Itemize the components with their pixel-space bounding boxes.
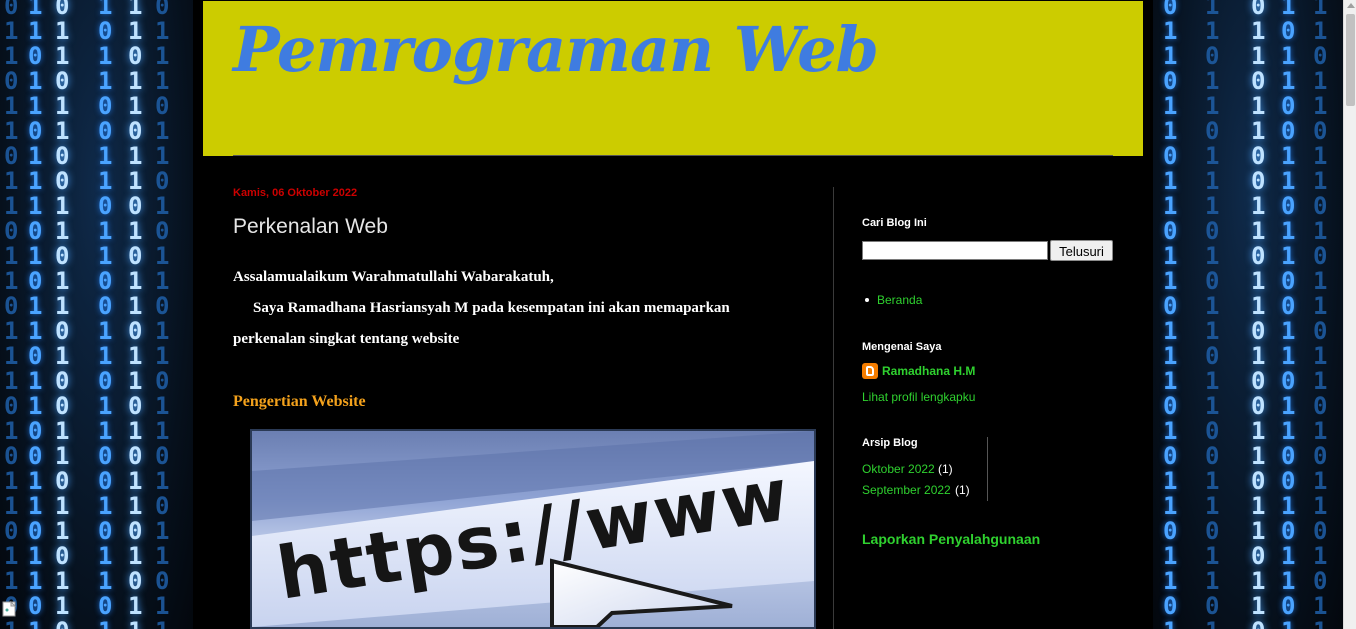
blogger-icon (862, 363, 878, 379)
matrix-background-left: 0 1 1 0 1 1 0 1 1 0 1 1 0 1 1 1 0 1 0 1 … (0, 0, 193, 629)
scroll-thumb[interactable] (1346, 14, 1355, 106)
post-intro-line-2: perkenalan singkat tentang website (233, 331, 460, 347)
post-title-link[interactable]: Perkenalan Web (233, 215, 388, 239)
nav-link-beranda[interactable]: Beranda (877, 293, 922, 307)
header-divider (233, 155, 1113, 156)
section-heading: Pengertian Website (233, 393, 366, 410)
post-greeting: Assalamualaikum Warahmatullahi Wabarakat… (233, 269, 554, 285)
broken-image-icon (2, 601, 17, 617)
about-heading: Mengenai Saya (862, 341, 942, 353)
list-bullet (865, 298, 869, 302)
post-body: Assalamualaikum Warahmatullahi Wabarakat… (233, 262, 793, 355)
search-input[interactable] (862, 241, 1048, 260)
report-abuse-link[interactable]: Laporkan Penyalahgunaan (862, 531, 1040, 547)
search-heading: Cari Blog Ini (862, 217, 927, 229)
profile-name-link[interactable]: Ramadhana H.M (882, 364, 975, 378)
archive-heading: Arsip Blog (862, 437, 918, 449)
scroll-up-arrow-icon[interactable] (1347, 3, 1355, 8)
archive-link-oktober-2022[interactable]: Oktober 2022 (862, 462, 935, 476)
archive-divider (987, 437, 988, 501)
blog-header: Pemrograman Web (203, 1, 1143, 156)
post-date: Kamis, 06 Oktober 2022 (233, 187, 358, 199)
archive-link-september-2022[interactable]: September 2022 (862, 483, 951, 497)
page-scrollbar[interactable] (1343, 0, 1356, 629)
https-www-illustration: https://www (252, 431, 814, 627)
search-button[interactable]: Telusuri (1050, 240, 1113, 261)
archive-count: (1) (955, 483, 970, 497)
blog-title-link[interactable]: Pemrograman Web (233, 13, 879, 86)
matrix-background-right: 0 1 1 0 1 1 0 1 1 0 1 1 0 1 1 1 0 1 0 1 … (1153, 0, 1343, 629)
full-profile-link[interactable]: Lihat profil lengkapku (862, 390, 975, 404)
blog-page: Pemrograman Web Kamis, 06 Oktober 2022 P… (193, 0, 1153, 629)
website-url-image[interactable]: https://www (250, 429, 816, 629)
archive-count: (1) (938, 462, 953, 476)
sidebar-divider (833, 187, 834, 629)
post-intro-line-1: Saya Ramadhana Hasriansyah M pada kesemp… (253, 300, 730, 316)
